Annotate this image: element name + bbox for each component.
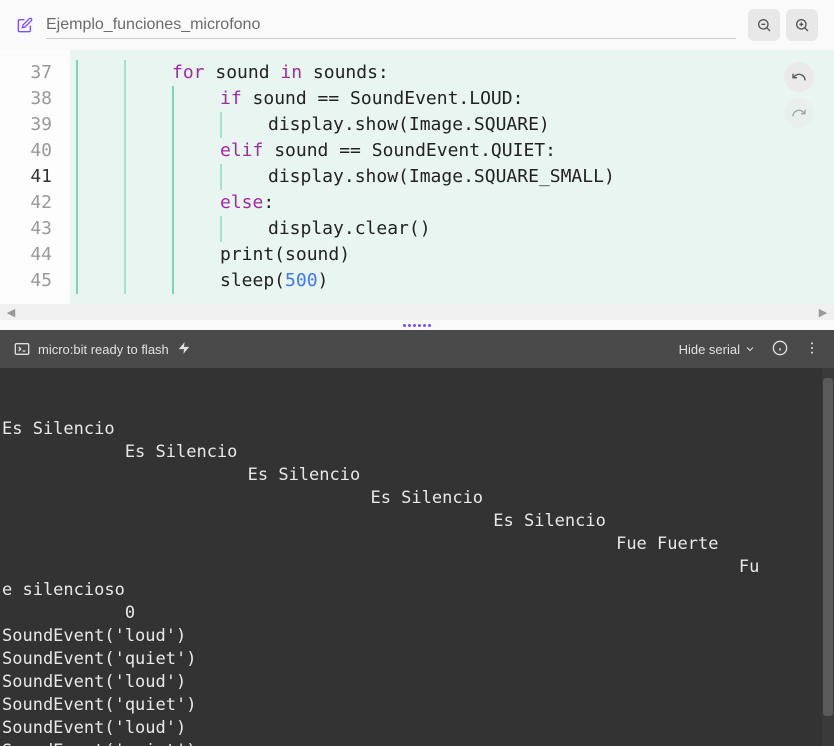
- edit-icon[interactable]: [16, 16, 34, 34]
- redo-button[interactable]: [784, 98, 814, 128]
- scroll-left-arrow[interactable]: ◀: [4, 306, 18, 319]
- info-icon[interactable]: [772, 340, 788, 359]
- line-number-gutter: 373839404142434445: [0, 50, 70, 304]
- zoom-controls: [748, 9, 818, 41]
- line-number: 40: [0, 138, 60, 164]
- terminal-output: Es Silencio Es Silencio Es Silencio Es S…: [2, 418, 832, 746]
- hide-serial-label: Hide serial: [679, 342, 740, 357]
- line-number: 45: [0, 268, 60, 294]
- line-number: 44: [0, 242, 60, 268]
- code-line[interactable]: display.clear(): [70, 216, 834, 242]
- scroll-right-arrow[interactable]: ▶: [816, 306, 830, 319]
- line-number: 43: [0, 216, 60, 242]
- line-number: 37: [0, 60, 60, 86]
- flash-icon: [177, 341, 191, 358]
- editor-floating-controls: [784, 62, 814, 128]
- line-number: 38: [0, 86, 60, 112]
- code-line[interactable]: sleep(500): [70, 268, 834, 294]
- terminal-scrollbar[interactable]: [822, 368, 834, 746]
- line-number: 39: [0, 112, 60, 138]
- hide-serial-button[interactable]: Hide serial: [679, 342, 756, 357]
- code-line[interactable]: print(sound): [70, 242, 834, 268]
- line-number: 41: [0, 164, 60, 190]
- zoom-out-button[interactable]: [748, 9, 780, 41]
- code-line[interactable]: if sound == SoundEvent.LOUD:: [70, 86, 834, 112]
- line-number: 42: [0, 190, 60, 216]
- horizontal-scrollbar[interactable]: ◀ ▶: [0, 304, 834, 320]
- terminal-icon: [14, 341, 30, 357]
- code-line[interactable]: elif sound == SoundEvent.QUIET:: [70, 138, 834, 164]
- pane-divider[interactable]: [0, 320, 834, 330]
- undo-button[interactable]: [784, 62, 814, 92]
- code-editor[interactable]: 373839404142434445 for sound in sounds:i…: [0, 50, 834, 304]
- code-content[interactable]: for sound in sounds:if sound == SoundEve…: [70, 50, 834, 304]
- code-line[interactable]: for sound in sounds:: [70, 60, 834, 86]
- editor-header: [0, 0, 834, 50]
- code-line[interactable]: display.show(Image.SQUARE): [70, 112, 834, 138]
- more-menu-icon[interactable]: [804, 340, 820, 359]
- serial-status-text: micro:bit ready to flash: [38, 342, 169, 357]
- serial-terminal[interactable]: Es Silencio Es Silencio Es Silencio Es S…: [0, 368, 834, 746]
- serial-toolbar: micro:bit ready to flash Hide serial: [0, 330, 834, 368]
- code-line[interactable]: display.show(Image.SQUARE_SMALL): [70, 164, 834, 190]
- zoom-in-button[interactable]: [786, 9, 818, 41]
- code-line[interactable]: else:: [70, 190, 834, 216]
- filename-input[interactable]: [46, 12, 736, 39]
